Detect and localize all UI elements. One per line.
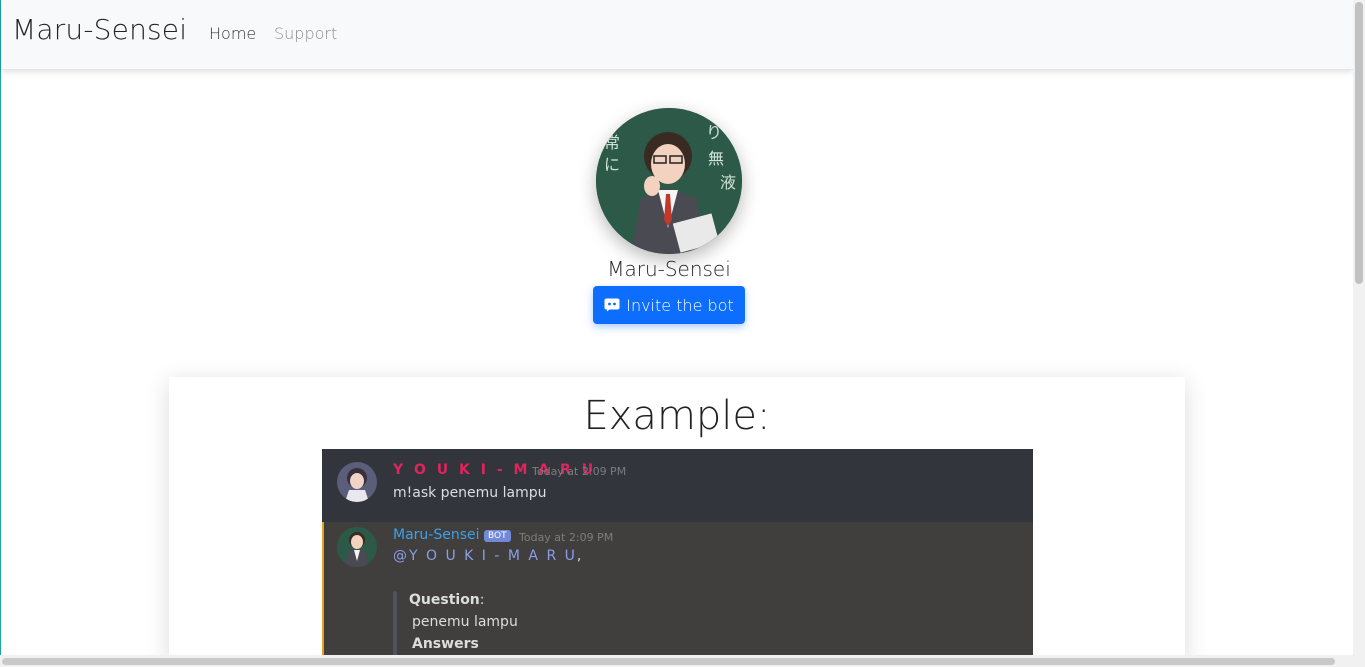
window-edge — [0, 0, 1, 667]
question-colon: : — [479, 592, 485, 608]
svg-text:無: 無 — [708, 149, 724, 168]
mention-suffix: , — [576, 548, 582, 564]
navbar: Maru-Sensei Home Support — [1, 0, 1353, 70]
message-maru-sensei: Maru-Sensei BOT Today at 2:09 PM @Y O U … — [322, 522, 1033, 667]
vertical-scrollbar[interactable] — [1353, 0, 1365, 655]
svg-text:り: り — [706, 123, 722, 142]
youki-timestamp: Today at 2:09 PM — [532, 465, 627, 478]
youki-avatar — [337, 462, 377, 502]
vertical-scrollbar-thumb[interactable] — [1355, 2, 1363, 284]
example-card: Example: Y O U K I - M A R U Today at 2:… — [169, 377, 1185, 667]
horizontal-scrollbar-thumb[interactable] — [2, 658, 1335, 665]
question-label-text: Question — [409, 592, 480, 608]
user-mention[interactable]: @Y O U K I - M A R U, — [393, 548, 581, 564]
youki-message-text: m!ask penemu lampu — [393, 485, 547, 501]
maru-sensei-timestamp: Today at 2:09 PM — [519, 531, 614, 544]
nav-home-link[interactable]: Home — [209, 24, 256, 43]
invite-bot-button[interactable]: Invite the bot — [593, 286, 745, 324]
bot-name: Maru-Sensei — [607, 257, 731, 281]
discord-example-image: Y O U K I - M A R U Today at 2:09 PM m!a… — [322, 449, 1033, 667]
svg-text:に: に — [604, 155, 620, 174]
nav-support-link[interactable]: Support — [274, 24, 337, 43]
discord-icon — [604, 298, 620, 312]
horizontal-scrollbar[interactable] — [0, 655, 1365, 667]
invite-bot-label: Invite the bot — [626, 295, 734, 315]
brand[interactable]: Maru-Sensei — [12, 13, 187, 46]
maru-sensei-username[interactable]: Maru-Sensei — [393, 527, 480, 543]
bot-badge: BOT — [484, 530, 511, 542]
maru-sensei-small-avatar — [337, 527, 377, 567]
example-title: Example: — [583, 393, 771, 439]
bot-avatar: 常 に り 無 液 — [596, 108, 742, 254]
answers-label: Answers — [412, 636, 479, 652]
user-mention-text: @Y O U K I - M A R U — [393, 548, 577, 564]
question-text: penemu lampu — [412, 614, 518, 630]
svg-text:液: 液 — [720, 173, 736, 192]
question-label: Question: — [409, 592, 485, 608]
svg-text:常: 常 — [604, 133, 620, 152]
message-youki: Y O U K I - M A R U Today at 2:09 PM m!a… — [322, 449, 1033, 522]
